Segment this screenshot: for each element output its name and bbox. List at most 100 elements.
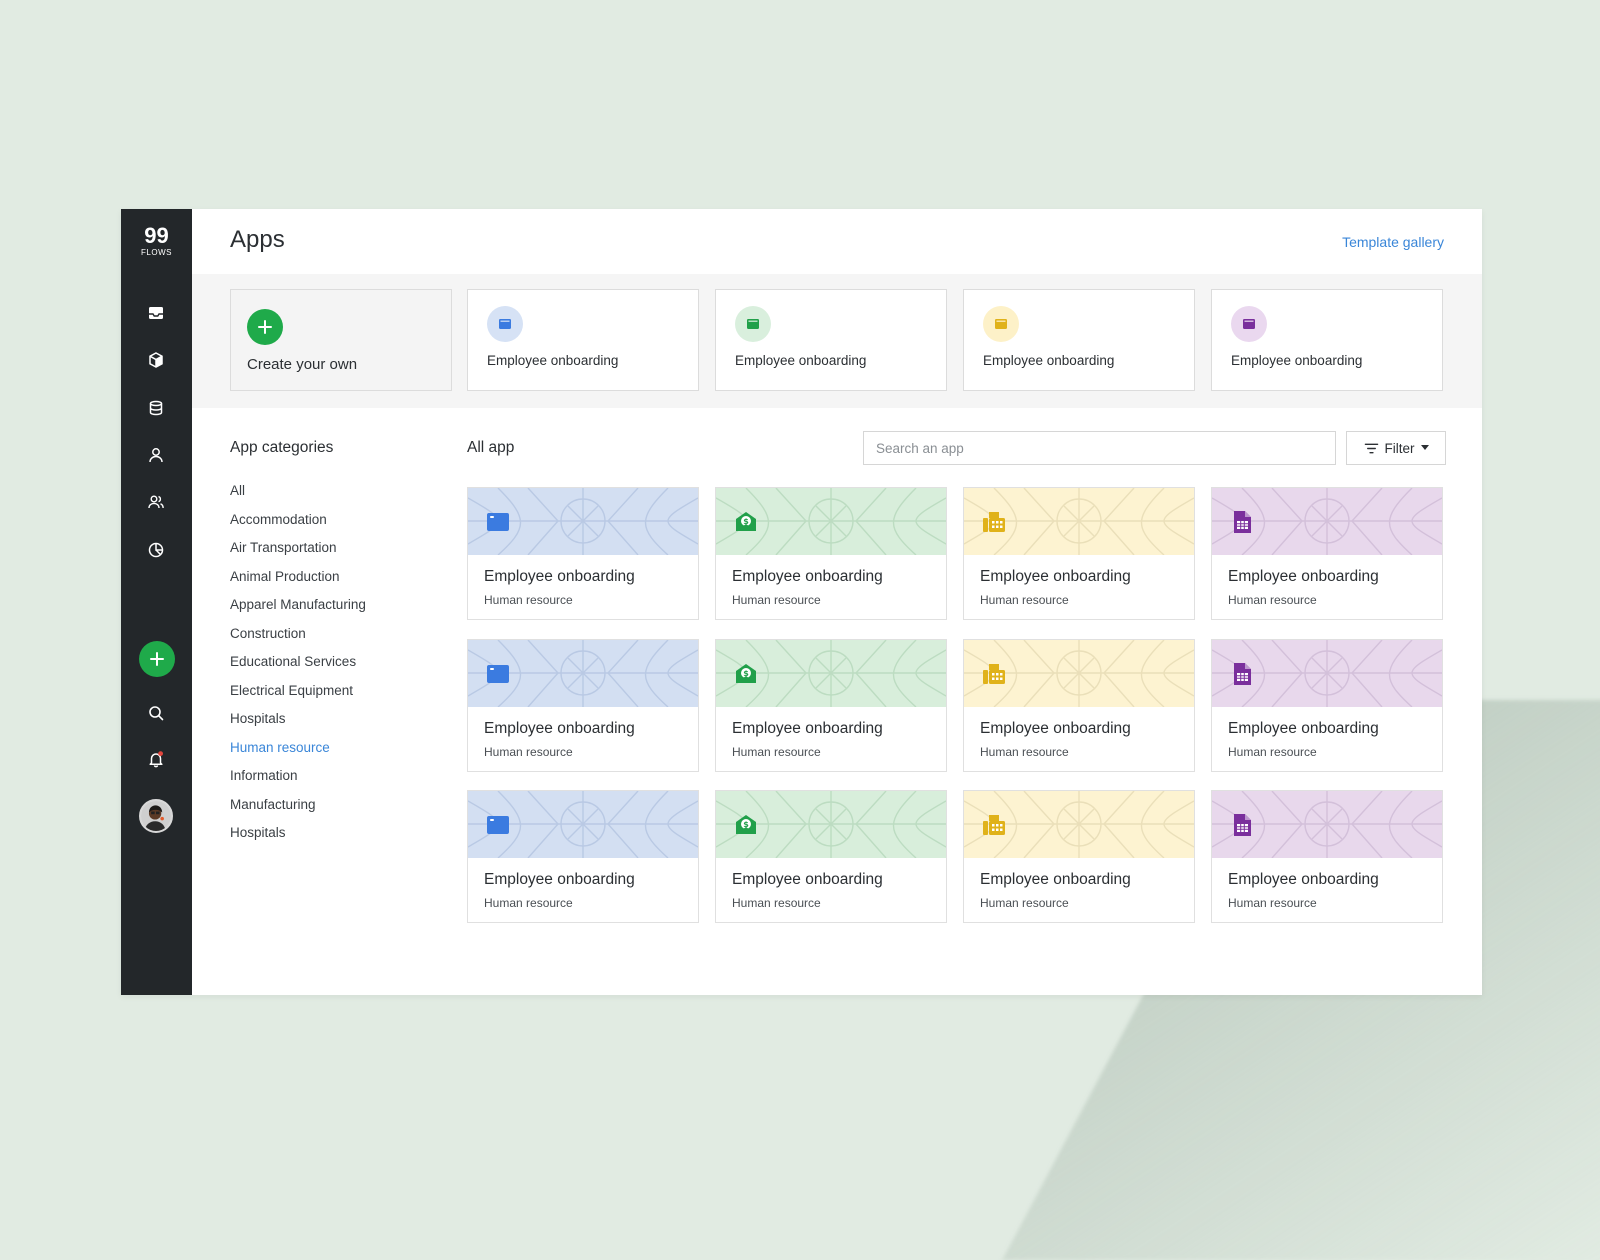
app-card[interactable]: $ Employee onboarding Human resource	[715, 639, 947, 772]
app-card[interactable]: Employee onboarding Human resource	[963, 790, 1195, 923]
app-card-banner	[1212, 791, 1442, 858]
app-card-banner: $	[716, 488, 946, 555]
fax-machine-icon	[983, 512, 1005, 532]
app-card[interactable]: Employee onboarding Human resource	[467, 790, 699, 923]
category-item[interactable]: Construction	[230, 620, 366, 649]
page-title: Apps	[230, 226, 285, 253]
logo-number: 99	[144, 223, 169, 248]
app-card-banner	[1212, 488, 1442, 555]
app-card-banner: $	[716, 640, 946, 707]
app-card[interactable]: Employee onboarding Human resource	[467, 639, 699, 772]
app-card-title: Employee onboarding	[484, 720, 635, 737]
category-item[interactable]: Air Transportation	[230, 534, 366, 563]
app-card-category: Human resource	[1228, 745, 1317, 759]
browser-window-icon	[1231, 306, 1267, 342]
app-card[interactable]: Employee onboarding Human resource	[1211, 487, 1443, 620]
featured-card-label: Employee onboarding	[1231, 353, 1363, 368]
app-card[interactable]: Employee onboarding Human resource	[963, 487, 1195, 620]
template-gallery-link[interactable]: Template gallery	[1342, 234, 1444, 250]
avatar[interactable]	[139, 799, 173, 833]
category-item[interactable]: Animal Production	[230, 563, 366, 592]
browser-window-icon	[983, 306, 1019, 342]
app-card-title: Employee onboarding	[732, 568, 883, 585]
notification-dot	[158, 751, 163, 756]
sidebar: 99 FLOWS	[121, 209, 192, 995]
category-item[interactable]: Hospitals	[230, 705, 366, 734]
all-apps-title: All app	[467, 439, 515, 456]
add-button[interactable]	[139, 641, 175, 677]
category-item[interactable]: Accommodation	[230, 506, 366, 535]
fax-machine-icon	[983, 815, 1005, 835]
spreadsheet-file-icon	[1234, 511, 1251, 533]
money-envelope-icon: $	[736, 512, 756, 531]
app-card[interactable]: Employee onboarding Human resource	[1211, 639, 1443, 772]
app-card-category: Human resource	[484, 745, 573, 759]
featured-card-label: Employee onboarding	[487, 353, 619, 368]
logo[interactable]: 99 FLOWS	[121, 225, 192, 259]
category-item[interactable]: All	[230, 477, 366, 506]
browser-window-icon	[487, 816, 509, 834]
app-card[interactable]: Employee onboarding Human resource	[467, 487, 699, 620]
app-card-category: Human resource	[1228, 896, 1317, 910]
app-card-category: Human resource	[980, 745, 1069, 759]
browser-window-icon	[735, 306, 771, 342]
category-item-active[interactable]: Human resource	[230, 734, 366, 763]
app-card[interactable]: $ Employee onboarding Human resource	[715, 790, 947, 923]
app-card-banner	[468, 488, 698, 555]
search-input[interactable]	[863, 431, 1336, 465]
app-card[interactable]: Employee onboarding Human resource	[963, 639, 1195, 772]
category-item[interactable]: Manufacturing	[230, 791, 366, 820]
money-envelope-icon: $	[736, 664, 756, 683]
user-icon[interactable]	[141, 440, 171, 470]
database-icon[interactable]	[141, 393, 171, 423]
categories-title: App categories	[230, 439, 334, 456]
cube-icon[interactable]	[141, 345, 171, 375]
app-card-title: Employee onboarding	[1228, 871, 1379, 888]
create-your-own-card[interactable]: Create your own	[230, 289, 452, 391]
browser-window-icon	[487, 513, 509, 531]
category-item[interactable]: Information	[230, 762, 366, 791]
app-card-title: Employee onboarding	[732, 720, 883, 737]
caret-down-icon	[1420, 445, 1429, 450]
bell-icon[interactable]	[141, 744, 171, 774]
app-card-category: Human resource	[732, 896, 821, 910]
inbox-icon[interactable]	[141, 298, 171, 328]
app-card-banner: $	[716, 791, 946, 858]
category-item[interactable]: Educational Services	[230, 648, 366, 677]
logo-subtitle: FLOWS	[141, 248, 172, 257]
users-icon[interactable]	[141, 487, 171, 517]
category-item[interactable]: Hospitals	[230, 819, 366, 848]
app-card-category: Human resource	[732, 745, 821, 759]
search-icon[interactable]	[141, 698, 171, 728]
featured-card-label: Employee onboarding	[983, 353, 1115, 368]
app-card-category: Human resource	[1228, 593, 1317, 607]
app-card-title: Employee onboarding	[1228, 568, 1379, 585]
featured-card[interactable]: Employee onboarding	[715, 289, 947, 391]
pie-chart-icon[interactable]	[141, 535, 171, 565]
app-card-banner	[468, 640, 698, 707]
category-item[interactable]: Electrical Equipment	[230, 677, 366, 706]
app-card[interactable]: $ Employee onboarding Human resource	[715, 487, 947, 620]
app-card-title: Employee onboarding	[484, 568, 635, 585]
app-card-category: Human resource	[980, 896, 1069, 910]
featured-card-label: Employee onboarding	[735, 353, 867, 368]
browser-window-icon	[487, 665, 509, 683]
app-card-category: Human resource	[732, 593, 821, 607]
app-card-category: Human resource	[484, 593, 573, 607]
money-envelope-icon: $	[736, 815, 756, 834]
app-card-banner	[1212, 640, 1442, 707]
featured-card[interactable]: Employee onboarding	[1211, 289, 1443, 391]
featured-card[interactable]: Employee onboarding	[467, 289, 699, 391]
app-card-banner	[468, 791, 698, 858]
create-your-own-label: Create your own	[247, 356, 358, 373]
app-card-category: Human resource	[484, 896, 573, 910]
app-card-title: Employee onboarding	[732, 871, 883, 888]
featured-templates: Create your own Employee onboarding Empl…	[192, 274, 1482, 408]
app-card[interactable]: Employee onboarding Human resource	[1211, 790, 1443, 923]
app-card-banner	[964, 488, 1194, 555]
plus-icon	[150, 652, 164, 666]
category-item[interactable]: Apparel Manufacturing	[230, 591, 366, 620]
featured-card[interactable]: Employee onboarding	[963, 289, 1195, 391]
filter-button[interactable]: Filter	[1346, 431, 1446, 465]
app-card-title: Employee onboarding	[980, 720, 1131, 737]
